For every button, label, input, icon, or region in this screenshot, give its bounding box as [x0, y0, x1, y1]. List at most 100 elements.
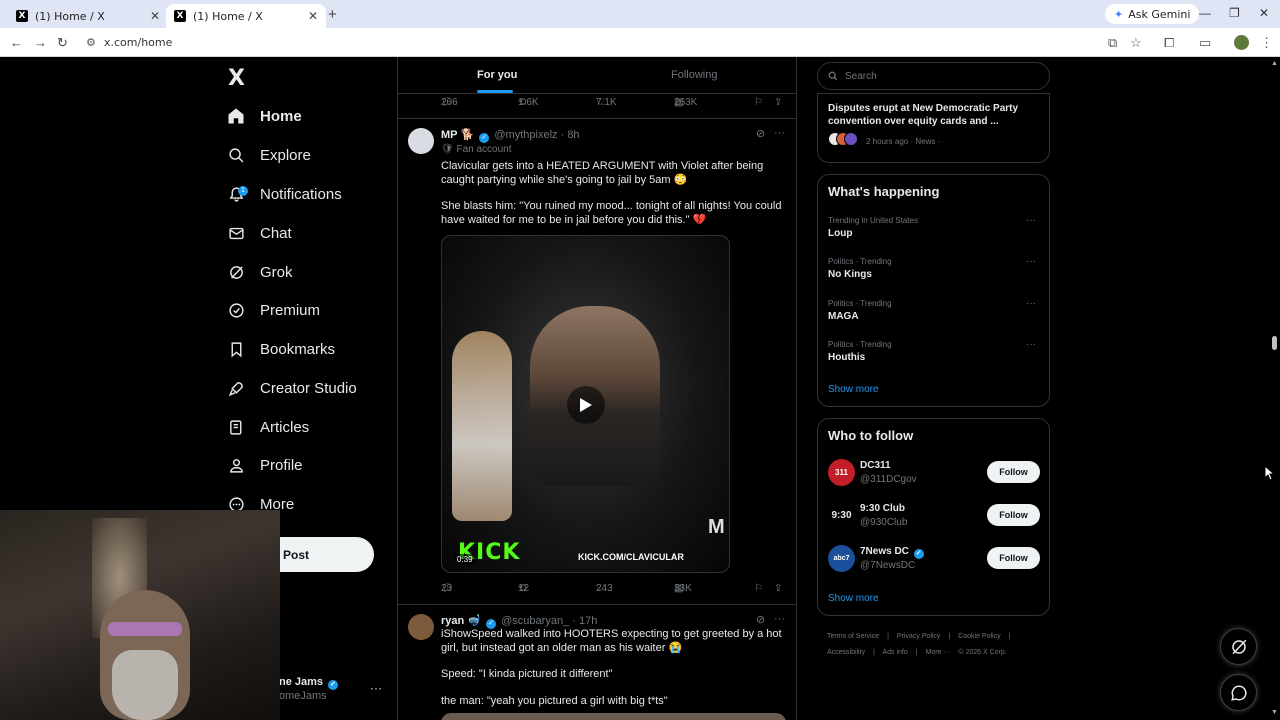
nav-notifications[interactable]: 1 Notifications	[226, 179, 342, 209]
account-name[interactable]: ne Jams ✓	[279, 676, 340, 690]
post2-time[interactable]: · 17h	[572, 615, 597, 627]
window-close-icon[interactable]: ✕	[1259, 6, 1269, 20]
nav-home[interactable]: Home	[226, 101, 302, 131]
share-icon[interactable]: ⇪	[774, 583, 782, 594]
trend-name[interactable]: Loup	[828, 228, 852, 239]
forward-icon[interactable]: →	[34, 35, 47, 50]
close-icon[interactable]: ✕	[150, 9, 160, 23]
bookmark-post-icon[interactable]: ⚐	[754, 583, 763, 594]
like-button[interactable]: ♡ 7.1K	[596, 97, 617, 108]
chat-float-button[interactable]	[1220, 674, 1257, 711]
post1-author-name[interactable]: MP	[441, 129, 458, 141]
post-button[interactable]: Post	[279, 537, 374, 572]
ask-gemini-button[interactable]: ✦ Ask Gemini	[1105, 4, 1200, 24]
repost-button[interactable]: ⟲ 12	[518, 583, 529, 594]
footer-terms-link[interactable]: Terms of Service	[827, 633, 879, 640]
browser-profile-avatar[interactable]	[1234, 35, 1249, 50]
trend-more-icon[interactable]: ···	[1026, 339, 1036, 350]
post-more-icon[interactable]: ···	[774, 127, 785, 139]
play-icon[interactable]	[567, 386, 605, 424]
nav-articles[interactable]: Articles	[226, 412, 309, 442]
scroll-up-icon[interactable]: ▲	[1271, 60, 1278, 67]
account-name-text: ne Jams	[279, 676, 324, 688]
nav-bookmarks[interactable]: Bookmarks	[226, 334, 335, 364]
post2-media[interactable]	[441, 713, 786, 720]
news-title[interactable]: Disputes erupt at New Democratic Party c…	[828, 102, 1038, 128]
nav-explore[interactable]: Explore	[226, 140, 311, 170]
grok-explain-icon[interactable]: ⊘	[756, 127, 765, 140]
close-icon[interactable]: ✕	[308, 9, 318, 23]
bookmark-star-icon[interactable]: ☆	[1130, 35, 1142, 51]
like-button[interactable]: ♡ 243	[596, 583, 613, 594]
browser-tab-1[interactable]: X (1) Home / X ✕	[8, 4, 168, 28]
post1-time[interactable]: · 8h	[561, 129, 580, 141]
grok-explain-icon[interactable]: ⊘	[756, 613, 765, 626]
suggested-account-name-row[interactable]: 7News DC ✓	[860, 546, 926, 559]
suggested-account-name[interactable]: 9:30 Club	[860, 503, 905, 514]
extensions-icon[interactable]: ⧠	[1164, 35, 1174, 51]
x-logo-icon[interactable]: X	[228, 66, 245, 91]
nav-chat[interactable]: Chat	[226, 218, 292, 248]
search-input[interactable]: Search	[817, 62, 1050, 90]
trend-name[interactable]: No Kings	[828, 269, 872, 280]
reply-button[interactable]: 💬︎ 266	[441, 97, 458, 108]
suggested-account-name[interactable]: DC311	[860, 460, 891, 471]
split-view-icon[interactable]: ▭	[1199, 35, 1211, 51]
post-more-icon[interactable]: ···	[774, 613, 785, 625]
bookmark-post-icon[interactable]: ⚐	[754, 97, 763, 108]
share-icon[interactable]: ⇪	[774, 97, 782, 108]
news-card[interactable]: Disputes erupt at New Democratic Party c…	[817, 93, 1050, 163]
tab-following[interactable]: Following	[671, 69, 717, 81]
footer-cookie-link[interactable]: Cookie Policy	[958, 633, 1000, 640]
nav-grok[interactable]: Grok	[226, 257, 293, 287]
install-app-icon[interactable]: ⧉	[1108, 35, 1117, 51]
trend-more-icon[interactable]: ···	[1026, 215, 1036, 226]
nav-profile[interactable]: Profile	[226, 450, 303, 480]
repost-button[interactable]: ⟲ 1.6K	[518, 97, 539, 108]
footer-ads-link[interactable]: Ads info	[882, 649, 907, 656]
browser-menu-icon[interactable]: ⋮	[1260, 35, 1273, 51]
minimize-icon[interactable]: —	[1199, 6, 1211, 20]
post1-text-2: She blasts him: "You ruined my mood... t…	[441, 200, 782, 226]
account-avatar[interactable]: abc7	[828, 545, 855, 572]
views-button[interactable]: ▥ 263K	[674, 97, 697, 108]
tab-for-you[interactable]: For you	[477, 69, 517, 81]
restore-icon[interactable]: ❐	[1229, 6, 1240, 20]
scroll-down-icon[interactable]: ▼	[1271, 709, 1278, 716]
trend-more-icon[interactable]: ···	[1026, 256, 1036, 267]
follow-button[interactable]: Follow	[987, 547, 1040, 569]
account-avatar[interactable]: 311	[828, 459, 855, 486]
trend-more-icon[interactable]: ···	[1026, 298, 1036, 309]
post2-author-name[interactable]: ryan	[441, 615, 464, 627]
follow-button[interactable]: Follow	[987, 461, 1040, 483]
reply-button[interactable]: 💬︎ 23	[441, 583, 454, 594]
post2-handle[interactable]: @scubaryan_	[501, 615, 569, 627]
nav-creator-studio[interactable]: Creator Studio	[226, 373, 357, 403]
nav-chat-label: Chat	[260, 224, 292, 242]
new-tab-button[interactable]: +	[328, 6, 337, 23]
scrollbar-thumb[interactable]	[1272, 336, 1277, 350]
url-field[interactable]: x.com/home	[104, 36, 172, 49]
bookmark-icon	[226, 339, 246, 359]
account-avatar[interactable]: 9:30	[828, 502, 855, 529]
site-info-icon[interactable]: ⚙	[86, 36, 96, 49]
trend-name[interactable]: MAGA	[828, 311, 859, 322]
nav-premium[interactable]: Premium	[226, 295, 320, 325]
post2-avatar[interactable]	[408, 614, 434, 640]
back-icon[interactable]: ←	[10, 35, 23, 50]
trend-name[interactable]: Houthis	[828, 352, 865, 363]
footer-privacy-link[interactable]: Privacy Policy	[897, 633, 941, 640]
footer-more-link[interactable]: More ···	[926, 649, 951, 656]
post1-handle[interactable]: @mythpixelz	[494, 129, 557, 141]
post1-video[interactable]: KICK KICK.COM/CLAVICULAR 0:39 M	[441, 235, 730, 573]
footer-accessibility-link[interactable]: Accessibility	[827, 649, 865, 656]
views-button[interactable]: ▥ 33K	[674, 583, 692, 594]
grok-float-button[interactable]	[1220, 628, 1257, 665]
reload-icon[interactable]: ↻	[57, 35, 68, 51]
trends-show-more-link[interactable]: Show more	[828, 384, 879, 395]
post1-avatar[interactable]	[408, 128, 434, 154]
browser-tab-2[interactable]: X (1) Home / X ✕	[166, 4, 326, 28]
follow-show-more-link[interactable]: Show more	[828, 593, 879, 604]
account-more-icon[interactable]: ···	[370, 681, 382, 695]
follow-button[interactable]: Follow	[987, 504, 1040, 526]
